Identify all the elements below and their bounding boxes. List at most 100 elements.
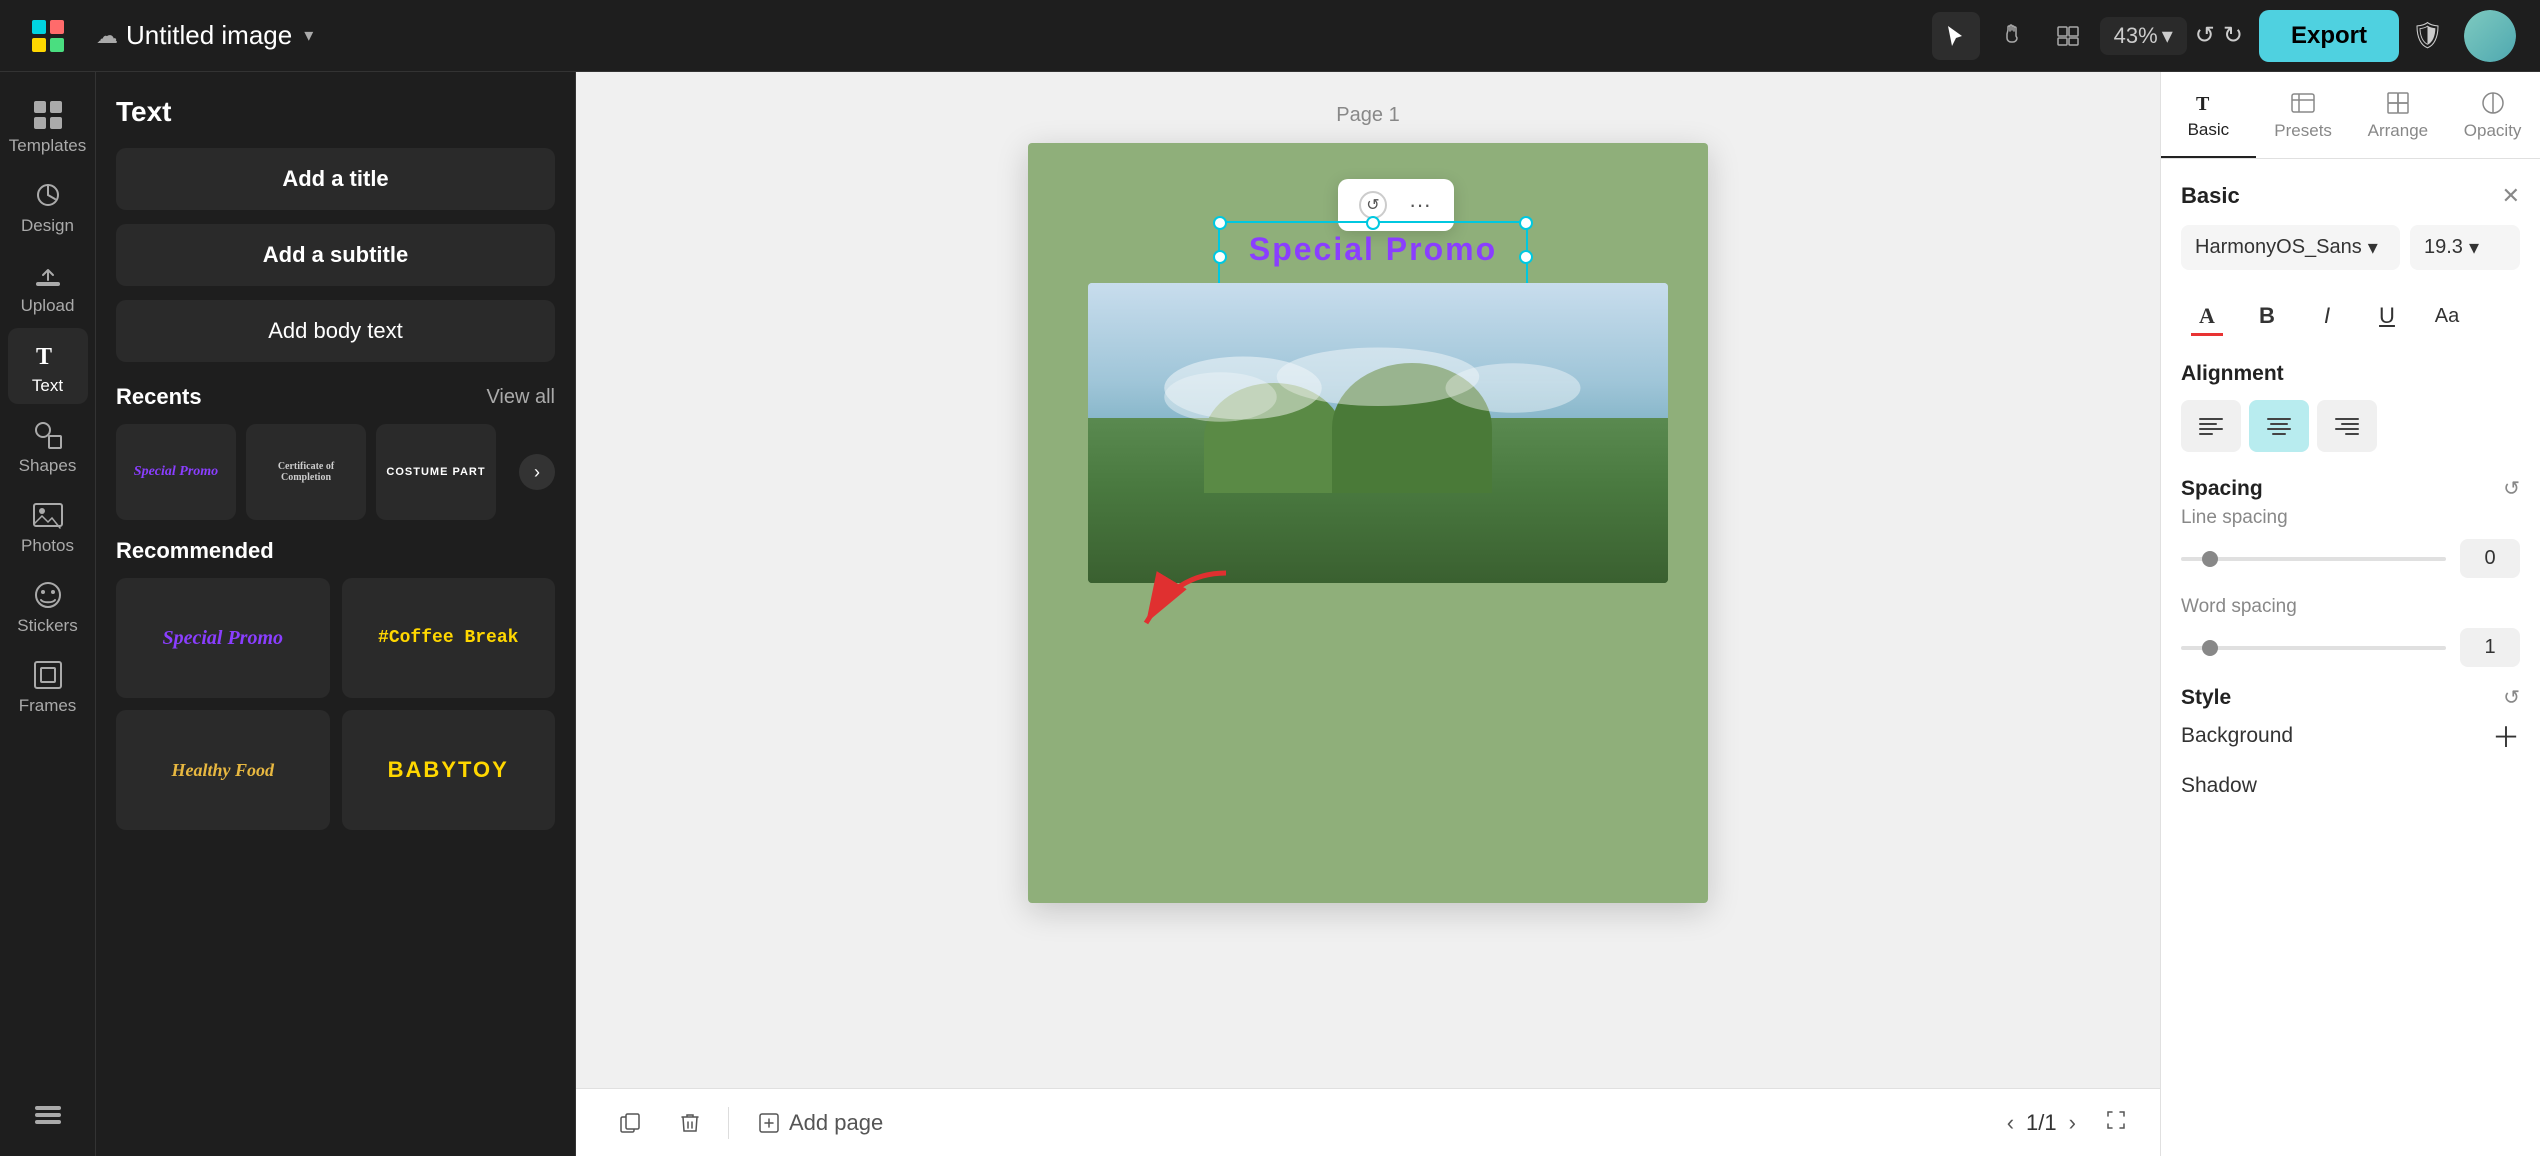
recents-arrow[interactable]: › <box>519 454 555 490</box>
sidebar-item-text[interactable]: T Text <box>8 328 88 404</box>
canvas-copy-button[interactable] <box>608 1101 652 1145</box>
shadow-label: Shadow <box>2181 774 2257 798</box>
rec-special-promo-text: Special Promo <box>162 627 283 650</box>
panel-close-button[interactable]: ✕ <box>2502 183 2520 209</box>
sidebar-item-more[interactable] <box>8 1088 88 1140</box>
spacing-section: Spacing ↺ <box>2181 476 2520 501</box>
topbar-tools: 43% ▾ ↺ ↻ Export 🛡 <box>1932 10 2516 62</box>
sidebar-item-photos[interactable]: Photos <box>8 488 88 564</box>
sidebar-item-stickers[interactable]: Stickers <box>8 568 88 644</box>
zoom-control[interactable]: 43% ▾ <box>2100 17 2187 55</box>
user-avatar[interactable] <box>2464 10 2516 62</box>
bottom-separator <box>728 1107 729 1139</box>
recent-item-1[interactable]: Special Promo <box>116 424 236 520</box>
sidebar-item-shapes[interactable]: Shapes <box>8 408 88 484</box>
hand-tool-button[interactable] <box>1988 12 2036 60</box>
select-tool-button[interactable] <box>1932 12 1980 60</box>
add-title-button[interactable]: Add a title <box>116 148 555 210</box>
recommended-item-babytoy[interactable]: BABYTOY <box>342 710 556 830</box>
background-row: Background ＋ <box>2181 716 2520 756</box>
bold-button[interactable]: B <box>2241 290 2293 342</box>
spacing-refresh-button[interactable]: ↺ <box>2503 476 2520 501</box>
add-page-button[interactable]: Add page <box>745 1102 895 1144</box>
underline-icon: U <box>2379 303 2395 329</box>
view-all-link[interactable]: View all <box>486 386 555 409</box>
rec-coffee-break-text: #Coffee Break <box>378 628 518 648</box>
canvas-document[interactable]: ··· Special Promo ↺ <box>1028 143 1708 903</box>
rotate-handle[interactable]: ↺ <box>1359 191 1387 219</box>
text-color-button[interactable]: A <box>2181 290 2233 342</box>
right-panel-tabs: T Basic Presets Arrange Opacity <box>2161 72 2540 159</box>
font-selector[interactable]: HarmonyOS_Sans ▾ <box>2181 225 2400 270</box>
canvas-delete-button[interactable] <box>668 1101 712 1145</box>
recent-item-2[interactable]: Certificate of Completion <box>246 424 366 520</box>
sidebar-item-design[interactable]: Design <box>8 168 88 244</box>
recents-label: Recents <box>116 384 202 410</box>
tab-basic[interactable]: T Basic <box>2161 72 2256 158</box>
tab-arrange-label: Arrange <box>2368 121 2428 141</box>
layout-tool-button[interactable] <box>2044 12 2092 60</box>
redo-button[interactable]: ↻ <box>2223 21 2243 50</box>
line-spacing-thumb[interactable] <box>2202 551 2218 567</box>
rec-healthy-food-text: Healthy Food <box>172 760 275 781</box>
panel-section-header: Basic ✕ <box>2181 183 2520 209</box>
page-label: Page 1 <box>1336 104 1399 127</box>
recommended-item-coffee-break[interactable]: #Coffee Break <box>342 578 556 698</box>
text-panel-title: Text <box>116 96 555 128</box>
word-spacing-label: Word spacing <box>2181 596 2520 618</box>
undo-button[interactable]: ↺ <box>2195 21 2215 50</box>
underline-button[interactable]: U <box>2361 290 2413 342</box>
handle-middle-right[interactable] <box>1519 250 1533 264</box>
photo-clouds <box>1146 343 1610 433</box>
fullscreen-button[interactable] <box>2104 1108 2128 1138</box>
case-button[interactable]: Aa <box>2421 290 2473 342</box>
align-center-button[interactable] <box>2249 400 2309 452</box>
recommended-item-special-promo[interactable]: Special Promo <box>116 578 330 698</box>
background-add-button[interactable]: ＋ <box>2492 716 2520 756</box>
sidebar-item-upload[interactable]: Upload <box>8 248 88 324</box>
add-subtitle-button[interactable]: Add a subtitle <box>116 224 555 286</box>
sidebar-item-templates[interactable]: Templates <box>8 88 88 164</box>
sidebar-item-label-shapes: Shapes <box>19 456 77 476</box>
handle-top-right[interactable] <box>1519 216 1533 230</box>
recent-item-text-1: Special Promo <box>126 456 226 488</box>
prev-page-button[interactable]: ‹ <box>2007 1110 2014 1136</box>
case-icon: Aa <box>2435 305 2459 328</box>
style-section: Style ↺ <box>2181 685 2520 710</box>
tab-opacity-label: Opacity <box>2464 121 2522 141</box>
sidebar-item-label-upload: Upload <box>21 296 75 316</box>
export-button[interactable]: Export <box>2259 10 2399 62</box>
add-page-label: Add page <box>789 1110 883 1136</box>
spacing-label: Spacing <box>2181 477 2263 501</box>
handle-top-left[interactable] <box>1213 216 1227 230</box>
align-right-button[interactable] <box>2317 400 2377 452</box>
word-spacing-track[interactable] <box>2181 646 2446 650</box>
italic-button[interactable]: I <box>2301 290 2353 342</box>
handle-top-center[interactable] <box>1366 216 1380 230</box>
tab-arrange[interactable]: Arrange <box>2351 72 2446 158</box>
word-spacing-value[interactable]: 1 <box>2460 628 2520 667</box>
word-spacing-thumb[interactable] <box>2202 640 2218 656</box>
shield-icon: 🛡 <box>2411 20 2444 51</box>
sidebar-item-frames[interactable]: Frames <box>8 648 88 724</box>
add-body-button[interactable]: Add body text <box>116 300 555 362</box>
recent-item-3[interactable]: COSTUME PART <box>376 424 496 520</box>
page-counter: 1/1 <box>2026 1110 2057 1136</box>
tab-presets[interactable]: Presets <box>2256 72 2351 158</box>
document-title[interactable]: Untitled image <box>126 20 292 51</box>
title-chevron-icon[interactable]: ▾ <box>304 25 313 46</box>
recommended-item-healthy-food[interactable]: Healthy Food <box>116 710 330 830</box>
handle-middle-left[interactable] <box>1213 250 1227 264</box>
sidebar-item-label-photos: Photos <box>21 536 74 556</box>
line-spacing-label: Line spacing <box>2181 507 2520 529</box>
font-size-selector[interactable]: 19.3 ▾ <box>2410 225 2520 270</box>
tab-opacity[interactable]: Opacity <box>2445 72 2540 158</box>
more-options-button[interactable]: ··· <box>1398 185 1442 225</box>
align-left-button[interactable] <box>2181 400 2241 452</box>
line-spacing-value[interactable]: 0 <box>2460 539 2520 578</box>
next-page-button[interactable]: › <box>2069 1110 2076 1136</box>
style-refresh-button[interactable]: ↺ <box>2503 685 2520 710</box>
app-logo[interactable] <box>24 12 72 60</box>
text-panel: Text Add a title Add a subtitle Add body… <box>96 72 576 1156</box>
line-spacing-track[interactable] <box>2181 557 2446 561</box>
